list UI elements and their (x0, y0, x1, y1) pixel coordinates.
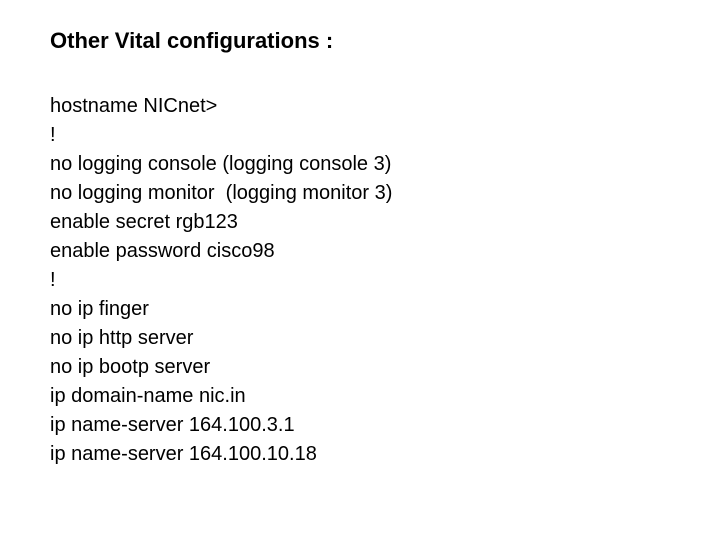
config-line: enable password cisco98 (50, 237, 670, 266)
config-line: hostname NICnet> (50, 92, 670, 121)
config-line: ! (50, 266, 670, 295)
config-block: hostname NICnet> ! no logging console (l… (50, 92, 670, 469)
config-line: no ip finger (50, 295, 670, 324)
page-title: Other Vital configurations : (50, 28, 670, 54)
config-line: ip domain-name nic.in (50, 382, 670, 411)
config-line: no ip http server (50, 324, 670, 353)
config-line: enable secret rgb123 (50, 208, 670, 237)
config-line: ip name-server 164.100.3.1 (50, 411, 670, 440)
config-line: no logging monitor (logging monitor 3) (50, 179, 670, 208)
config-line: ip name-server 164.100.10.18 (50, 440, 670, 469)
config-line: no logging console (logging console 3) (50, 150, 670, 179)
slide-container: Other Vital configurations : hostname NI… (0, 0, 720, 497)
config-line: no ip bootp server (50, 353, 670, 382)
config-line: ! (50, 121, 670, 150)
